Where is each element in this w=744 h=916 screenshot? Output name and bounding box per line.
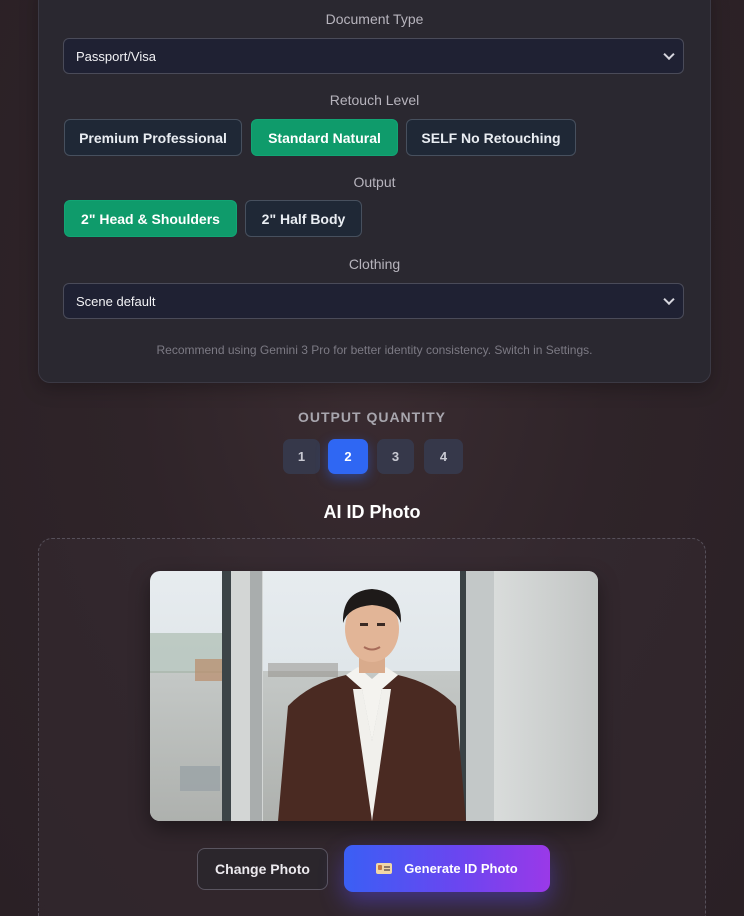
clothing-select[interactable]: Scene default: [63, 283, 684, 319]
uploaded-photo: [150, 571, 598, 821]
document-type-value: Passport/Visa: [76, 48, 156, 64]
quantity-option-3[interactable]: 3: [377, 439, 414, 474]
chevron-down-icon: [663, 293, 675, 306]
document-type-select[interactable]: Passport/Visa: [63, 38, 684, 74]
output-option-half-body[interactable]: 2" Half Body: [245, 200, 362, 237]
portrait-image: [150, 571, 598, 821]
clothing-label: Clothing: [348, 256, 401, 272]
change-photo-button[interactable]: Change Photo: [197, 848, 328, 890]
id-card-icon: [376, 863, 393, 874]
page: Document Type Passport/Visa Retouch Leve…: [0, 0, 744, 916]
quantity-option-4[interactable]: 4: [424, 439, 463, 474]
retouch-level-label: Retouch Level: [329, 92, 420, 108]
model-hint: Recommend using Gemini 3 Pro for better …: [156, 343, 593, 357]
retouch-option-premium[interactable]: Premium Professional: [64, 119, 242, 156]
generate-id-photo-label: Generate ID Photo: [404, 861, 518, 876]
section-title: AI ID Photo: [323, 502, 421, 522]
document-type-label: Document Type: [325, 11, 424, 27]
generate-id-photo-button[interactable]: Generate ID Photo: [344, 845, 550, 892]
quantity-option-2[interactable]: 2: [328, 439, 368, 474]
chevron-down-icon: [663, 48, 675, 61]
retouch-option-standard[interactable]: Standard Natural: [251, 119, 398, 156]
output-quantity-label: OUTPUT QUANTITY: [298, 409, 446, 425]
settings-card: Document Type Passport/Visa Retouch Leve…: [38, 0, 711, 383]
quantity-option-1[interactable]: 1: [283, 439, 320, 474]
clothing-value: Scene default: [76, 293, 156, 309]
retouch-option-self[interactable]: SELF No Retouching: [406, 119, 576, 156]
output-label: Output: [353, 174, 396, 190]
output-option-head-shoulders[interactable]: 2" Head & Shoulders: [64, 200, 237, 237]
